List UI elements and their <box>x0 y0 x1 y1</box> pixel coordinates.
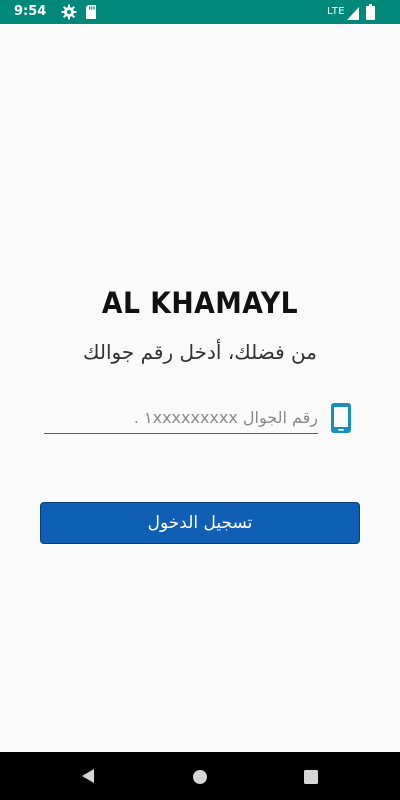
network-type: LTE <box>327 6 346 17</box>
mobile-phone-icon <box>330 402 352 434</box>
instruction-text: من فضلك، أدخل رقم جوالك <box>83 340 317 364</box>
gear-icon <box>61 4 77 20</box>
home-icon[interactable] <box>193 769 207 784</box>
sd-card-icon <box>85 4 97 20</box>
login-button[interactable]: تسجيل الدخول <box>40 502 360 544</box>
app-title: AL KHAMAYL <box>101 286 299 320</box>
status-time: 9:54 <box>14 4 47 19</box>
navigation-bar <box>0 752 400 800</box>
recents-icon[interactable] <box>304 769 318 784</box>
status-bar: 9:54 LTE <box>0 0 400 24</box>
battery-icon <box>366 4 375 20</box>
back-icon[interactable] <box>80 768 96 784</box>
signal-icon <box>347 5 359 20</box>
phone-number-input[interactable] <box>44 402 318 432</box>
phone-number-field[interactable] <box>44 402 318 434</box>
